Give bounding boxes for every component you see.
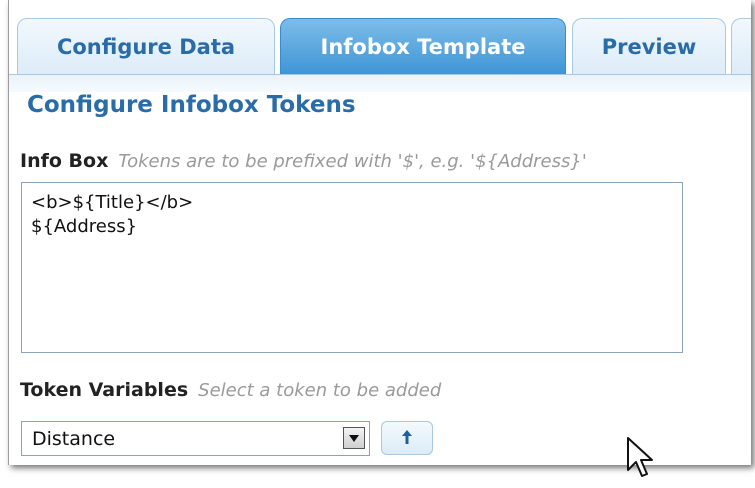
arrow-up-icon: [402, 429, 412, 448]
tab-strip: [9, 74, 751, 93]
infobox-config-panel: Configure Data Infobox Template Preview …: [8, 0, 751, 465]
tab-bar: Configure Data Infobox Template Preview: [9, 0, 751, 93]
infobox-field-label: Info Box Tokens are to be prefixed with '…: [20, 150, 587, 172]
tab-content: Configure Infobox Tokens Info Box Tokens …: [9, 92, 751, 465]
tab-infobox-template-label: Infobox Template: [320, 34, 526, 59]
tab-overflow[interactable]: [731, 18, 751, 74]
mouse-pointer-icon: [626, 436, 656, 482]
infobox-hint: Tokens are to be prefixed with '$', e.g.…: [118, 151, 587, 172]
token-variables-hint: Select a token to be added: [198, 380, 442, 401]
tab-configure-data-label: Configure Data: [56, 34, 236, 59]
tab-configure-data[interactable]: Configure Data: [17, 18, 275, 74]
infobox-line-2: ${Address}: [31, 216, 138, 237]
tab-preview[interactable]: Preview: [572, 18, 726, 74]
tab-infobox-template[interactable]: Infobox Template: [280, 18, 566, 74]
chevron-down-icon[interactable]: [343, 427, 365, 449]
token-variables-field-label: Token Variables Select a token to be adde…: [20, 379, 441, 401]
token-variable-selected-value: Distance: [32, 427, 116, 450]
token-variables-label: Token Variables: [20, 379, 189, 401]
tab-preview-label: Preview: [601, 34, 697, 59]
infobox-template-textarea[interactable]: <b>${Title}</b> ${Address}: [21, 182, 683, 353]
add-token-button[interactable]: [381, 421, 433, 455]
infobox-line-1: <b>${Title}</b>: [31, 192, 194, 213]
infobox-label: Info Box: [20, 150, 109, 172]
section-title: Configure Infobox Tokens: [27, 92, 356, 118]
token-variable-select[interactable]: Distance: [21, 421, 370, 456]
